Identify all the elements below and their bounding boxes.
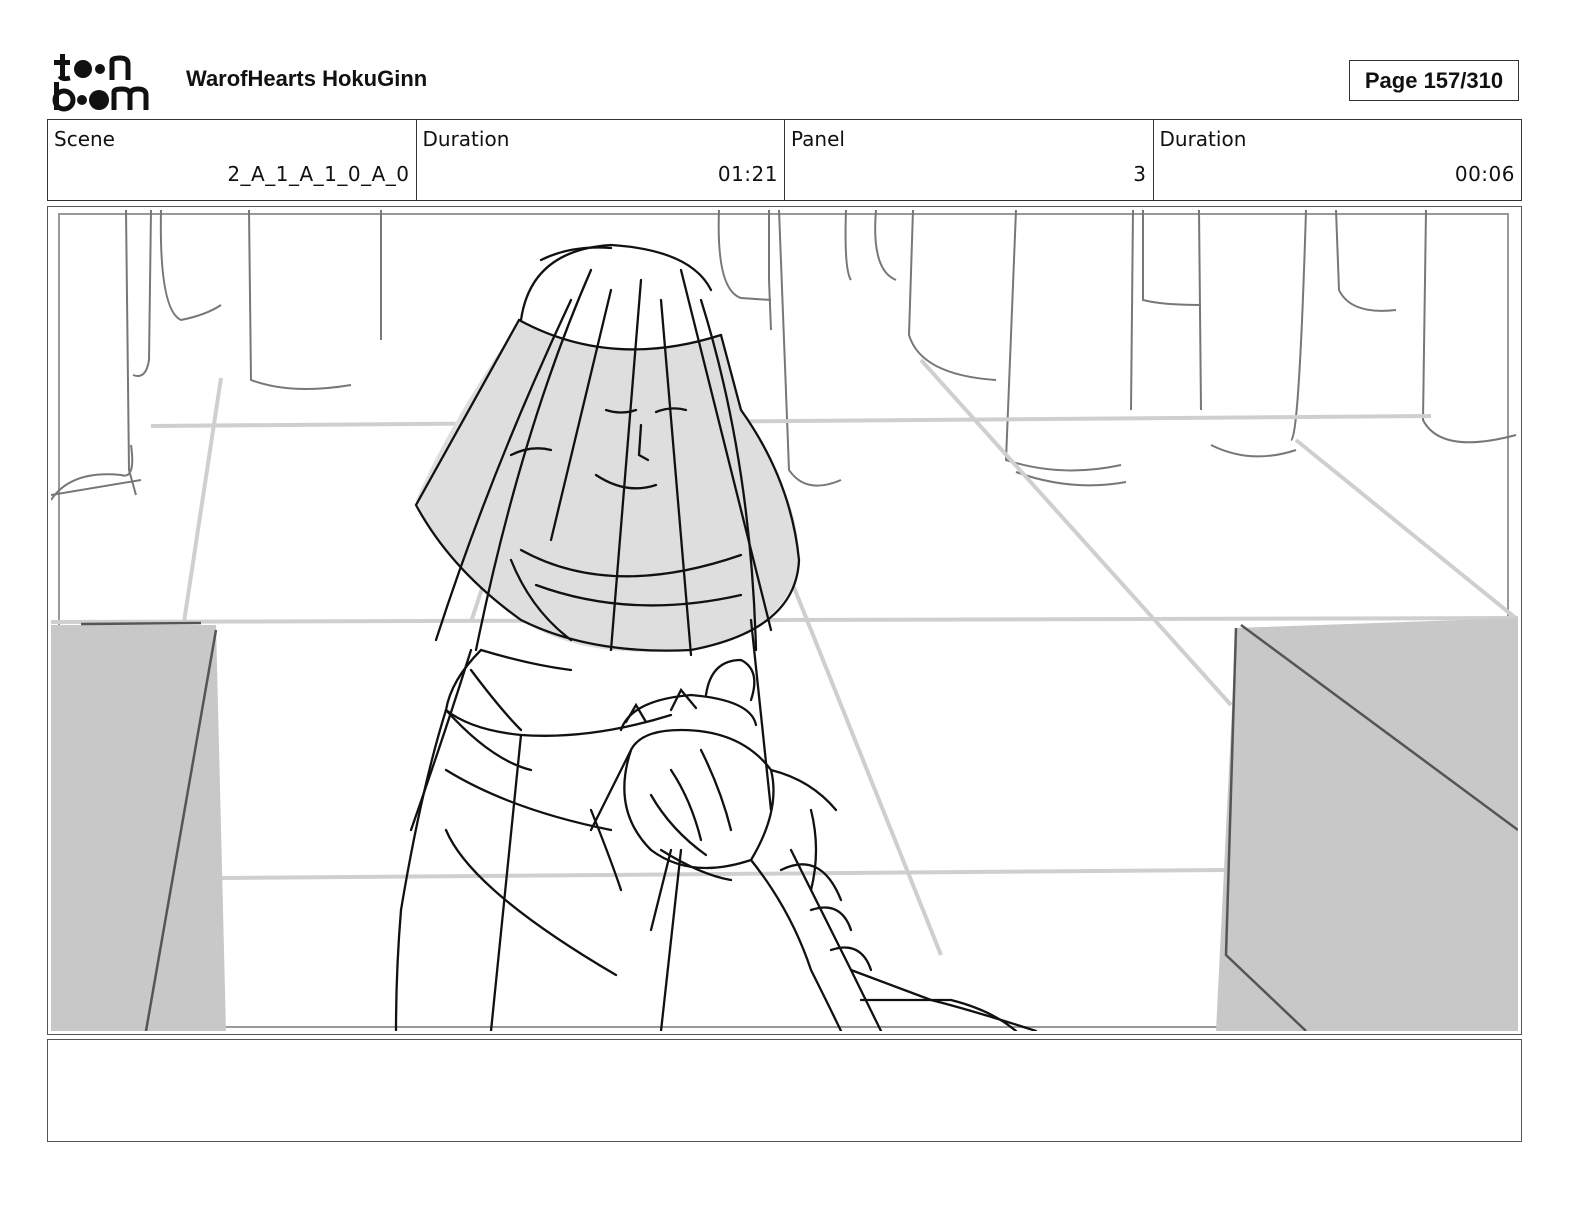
scene-info-table: Scene 2_A_1_A_1_0_A_0 Duration 01:21 Pan… [47, 119, 1522, 201]
panel-notes-text [48, 1040, 1521, 1056]
page-number: Page 157/310 [1349, 60, 1519, 101]
scene-label: Scene [54, 127, 115, 151]
panel-notes-box [47, 1039, 1522, 1142]
panel-cell: Panel 3 [785, 120, 1154, 200]
scene-cell: Scene 2_A_1_A_1_0_A_0 [48, 120, 417, 200]
panel-duration-cell: Duration 00:06 [1154, 120, 1522, 200]
storyboard-panel-drawing [51, 210, 1518, 1031]
toon-boom-logo [50, 50, 165, 112]
project-title: WarofHearts HokuGinn [186, 66, 428, 91]
panel-value: 3 [1133, 162, 1147, 186]
panel-duration-label: Duration [1159, 127, 1247, 151]
panel-label: Panel [791, 127, 845, 151]
scene-duration-value: 01:21 [717, 162, 778, 186]
scene-value: 2_A_1_A_1_0_A_0 [227, 162, 410, 186]
scene-duration-cell: Duration 01:21 [417, 120, 785, 200]
scene-duration-label: Duration [422, 127, 510, 151]
panel-duration-value: 00:06 [1454, 162, 1515, 186]
